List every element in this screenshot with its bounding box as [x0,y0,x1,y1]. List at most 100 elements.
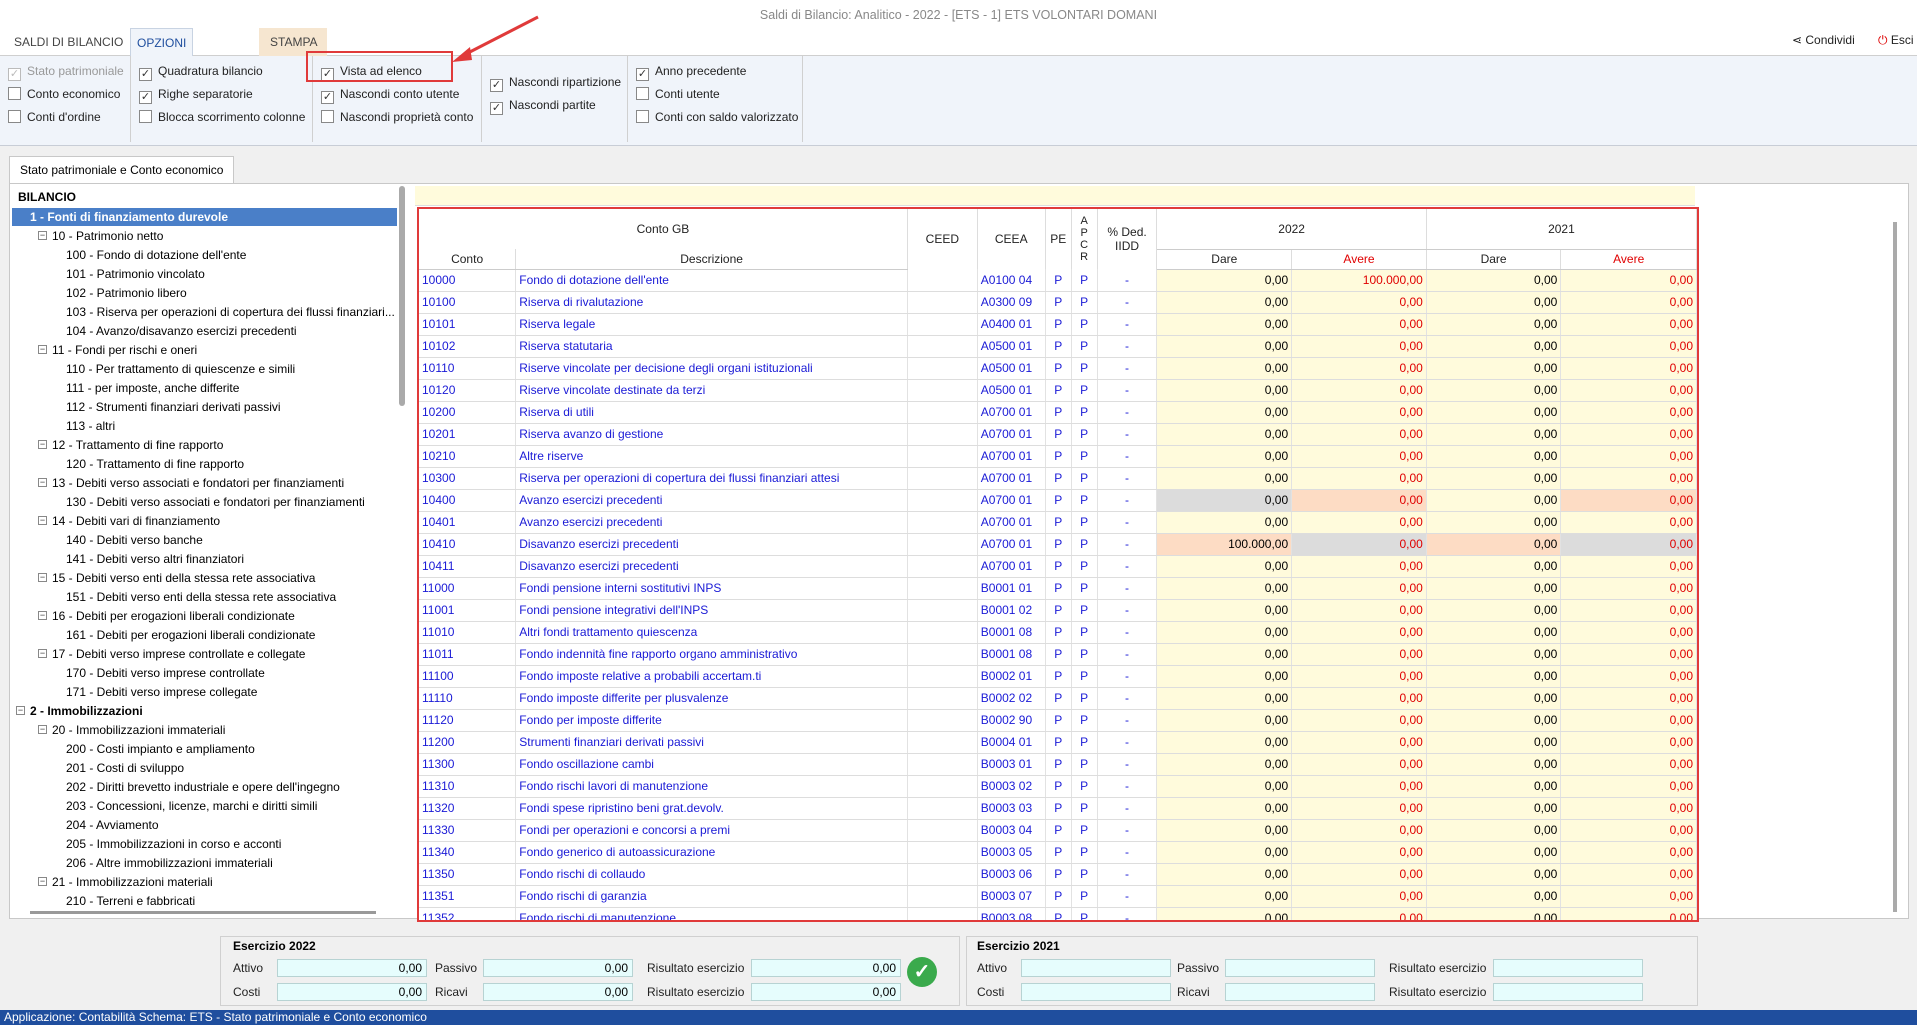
cell-apcr[interactable]: P [1071,423,1098,446]
cell-dare-2021[interactable]: 0,00 [1426,885,1562,908]
cell-apcr[interactable]: P [1071,599,1098,622]
tree-hscrollbar[interactable] [30,911,376,914]
col-pe[interactable]: PE [1045,209,1072,269]
cell-ceea[interactable]: B0003 06 [977,863,1046,886]
cell-avere-2022[interactable]: 0,00 [1291,291,1427,314]
cell-ceea[interactable]: B0001 08 [977,621,1046,644]
table-row[interactable]: 10400 Avanzo esercizi precedenti A0700 01 P… [419,489,1697,512]
cell-avere-2022[interactable]: 0,00 [1291,357,1427,380]
option-col1-0[interactable]: ✓ Stato patrimoniale [8,62,124,82]
cell-avere-2022[interactable]: 0,00 [1291,753,1427,776]
table-row[interactable]: 11200 Strumenti finanziari derivati passi… [419,731,1697,754]
cell-conto[interactable]: 11351 [419,885,517,908]
cell-pe[interactable]: P [1045,555,1072,578]
cell-apcr[interactable]: P [1071,841,1098,864]
table-row[interactable]: 11320 Fondi spese ripristino beni grat.de… [419,797,1697,820]
cell-pe[interactable]: P [1045,401,1072,424]
option-col2-0[interactable]: ✓ Quadratura bilancio [139,62,263,82]
collapse-icon[interactable]: − [38,611,47,620]
cell-dare-2022[interactable]: 0,00 [1156,797,1293,820]
attivo-2021-field[interactable] [1021,959,1171,977]
cell-dare-2021[interactable]: 0,00 [1426,797,1562,820]
cell-descrizione[interactable]: Fondo indennità fine rapporto organo amm… [515,643,908,666]
cell-dare-2022[interactable]: 0,00 [1156,819,1293,842]
cell-apcr[interactable]: P [1071,731,1098,754]
cell-ceea[interactable]: A0700 01 [977,467,1046,490]
option-col2-1[interactable]: ✓ Righe separatorie [139,85,253,105]
cell-conto[interactable]: 10000 [419,269,517,292]
cell-ded[interactable]: - [1097,555,1158,578]
cell-ceea[interactable]: A0700 01 [977,533,1046,556]
cell-conto[interactable]: 11350 [419,863,517,886]
table-row[interactable]: 10210 Altre riserve A0700 01 P P -0,00 0,00 0,0… [419,445,1697,468]
costi-2022-field[interactable]: 0,00 [277,983,427,1001]
cell-ceea[interactable]: A0300 09 [977,291,1046,314]
tree-node[interactable]: 210 - Terreni e fabbricati [66,892,195,906]
cell-ded[interactable]: - [1097,687,1158,710]
cell-conto[interactable]: 11010 [419,621,517,644]
tree-node[interactable]: 14 - Debiti vari di finanziamento [52,512,220,530]
cell-descrizione[interactable]: Altre riserve [515,445,908,468]
cell-avere-2022[interactable]: 0,00 [1291,775,1427,798]
cell-ceed[interactable] [907,489,978,512]
cell-apcr[interactable]: P [1071,379,1098,402]
cell-apcr[interactable]: P [1071,577,1098,600]
cell-ded[interactable]: - [1097,775,1158,798]
cell-dare-2021[interactable]: 0,00 [1426,687,1562,710]
cell-ceea[interactable]: B0004 01 [977,731,1046,754]
tree-node[interactable]: 17 - Debiti verso imprese controllate e … [52,645,305,663]
cell-dare-2021[interactable]: 0,00 [1426,555,1562,578]
cell-ceea[interactable]: A0700 01 [977,423,1046,446]
tree-node[interactable]: 10 - Patrimonio netto [52,227,163,245]
cell-apcr[interactable]: P [1071,797,1098,820]
checkbox-icon[interactable] [8,87,21,100]
table-row[interactable]: 10201 Riserva avanzo di gestione A0700 01 P… [419,423,1697,446]
cell-dare-2022[interactable]: 0,00 [1156,885,1293,908]
table-row[interactable]: 10300 Riserva per operazioni di copertura… [419,467,1697,490]
tree-node[interactable]: 204 - Avviamento [66,816,159,834]
table-row[interactable]: 11351 Fondo rischi di garanzia B0003 07 P P -… [419,885,1697,908]
cell-avere-2021[interactable]: 0,00 [1560,489,1697,512]
cell-pe[interactable]: P [1045,335,1072,358]
cell-ded[interactable]: - [1097,577,1158,600]
cell-avere-2021[interactable]: 0,00 [1560,863,1697,886]
cell-avere-2021[interactable]: 0,00 [1560,577,1697,600]
option-col5-0[interactable]: ✓ Anno precedente [636,62,746,82]
cell-conto[interactable]: 10200 [419,401,517,424]
cell-conto[interactable]: 10210 [419,445,517,468]
cell-ceed[interactable] [907,621,978,644]
table-row[interactable]: 11011 Fondo indennità fine rapporto organ… [419,643,1697,666]
cell-avere-2022[interactable]: 0,00 [1291,907,1427,920]
col-conto-gb[interactable]: Conto GB [419,209,908,249]
cell-avere-2021[interactable]: 0,00 [1560,841,1697,864]
cell-descrizione[interactable]: Fondi spese ripristino beni grat.devolv. [515,797,908,820]
cell-dare-2021[interactable]: 0,00 [1426,863,1562,886]
cell-ceed[interactable] [907,357,978,380]
tree-node[interactable]: 130 - Debiti verso associati e fondatori… [66,493,365,511]
checkbox-checked-icon[interactable]: ✓ [8,68,21,81]
cell-ceea[interactable]: B0001 02 [977,599,1046,622]
cell-ceed[interactable] [907,291,978,314]
cell-dare-2022[interactable]: 0,00 [1156,775,1293,798]
cell-descrizione[interactable]: Fondo rischi di garanzia [515,885,908,908]
cell-dare-2022[interactable]: 0,00 [1156,841,1293,864]
cell-pe[interactable]: P [1045,643,1072,666]
cell-pe[interactable]: P [1045,445,1072,468]
cell-conto[interactable]: 11300 [419,753,517,776]
cell-apcr[interactable]: P [1071,445,1098,468]
cell-avere-2022[interactable]: 0,00 [1291,687,1427,710]
table-row[interactable]: 10411 Disavanzo esercizi precedenti A0700 … [419,555,1697,578]
cell-apcr[interactable]: P [1071,643,1098,666]
cell-ded[interactable]: - [1097,401,1158,424]
cell-ceed[interactable] [907,555,978,578]
collapse-icon[interactable]: − [38,440,47,449]
cell-dare-2021[interactable]: 0,00 [1426,335,1562,358]
cell-ded[interactable]: - [1097,533,1158,556]
cell-ded[interactable]: - [1097,797,1158,820]
tree-node[interactable]: 112 - Strumenti finanziari derivati pass… [66,398,281,416]
bilancio-tree[interactable]: BILANCIO − 1 - Fonti di finanziamento dur… [12,186,397,906]
cell-apcr[interactable]: P [1071,555,1098,578]
table-row[interactable]: 10100 Riserva di rivalutazione A0300 09 P P -… [419,291,1697,314]
cell-dare-2021[interactable]: 0,00 [1426,753,1562,776]
option-col1-1[interactable]: Conto economico [8,85,120,105]
